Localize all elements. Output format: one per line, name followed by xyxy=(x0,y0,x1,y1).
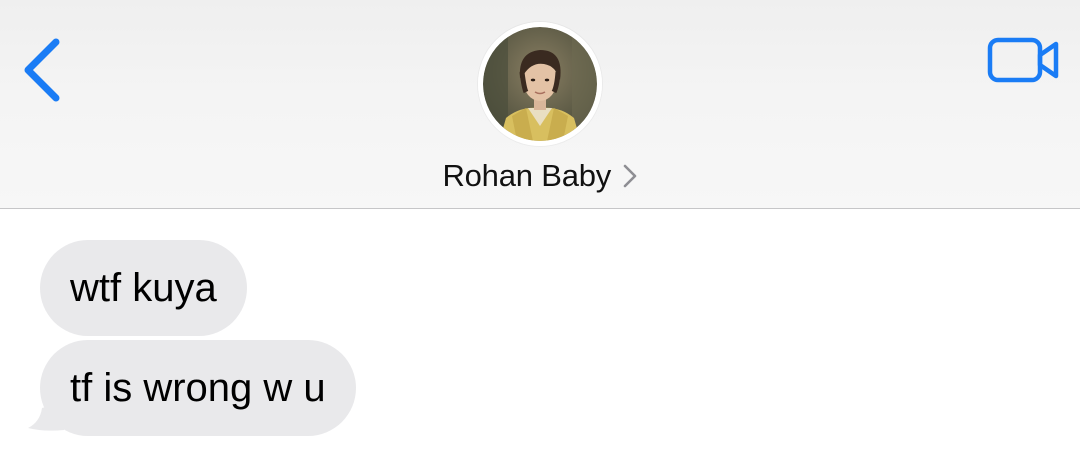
chevron-right-icon xyxy=(623,164,636,188)
contact-name: Rohan Baby xyxy=(442,158,612,193)
avatar-photo xyxy=(478,22,602,146)
contact-avatar[interactable] xyxy=(478,22,602,146)
conversation-header: Rohan Baby xyxy=(0,0,1080,209)
incoming-message-bubble[interactable]: wtf kuya xyxy=(40,240,247,336)
facetime-video-button[interactable] xyxy=(984,34,1064,88)
messages-screen: Rohan Baby wtf kuya tf is wrong w u xyxy=(0,0,1080,475)
chevron-left-icon xyxy=(24,38,60,102)
back-button[interactable] xyxy=(14,30,74,110)
incoming-message-bubble[interactable]: tf is wrong w u xyxy=(40,340,356,436)
bubble-tail xyxy=(28,402,64,431)
message-thread: wtf kuya tf is wrong w u xyxy=(0,210,1080,475)
video-camera-icon xyxy=(987,37,1059,83)
contact-details-link[interactable]: Rohan Baby xyxy=(0,158,1080,194)
